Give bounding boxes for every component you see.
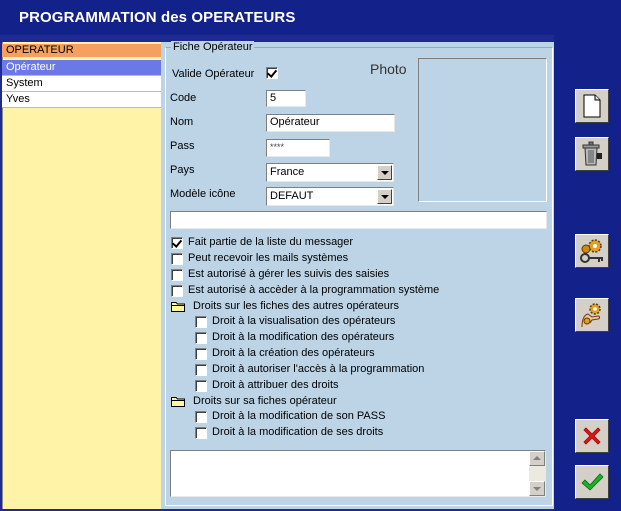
scroll-up-icon[interactable] [529,451,545,466]
code-label: Code [170,92,197,104]
memo-textarea[interactable] [170,450,546,497]
right-create-operators-label: Droit à la création des opérateurs [212,347,375,359]
operator-list-item-system[interactable]: System [2,76,161,92]
icon-model-value: DEFAUT [270,190,314,202]
pass-field[interactable]: **** [266,139,330,157]
right-edit-own-pass-checkbox[interactable] [195,411,207,423]
right-edit-operators-label: Droit à la modification des opérateurs [212,331,395,343]
rights-button[interactable] [575,298,609,332]
right-edit-operators-checkbox[interactable] [195,332,207,344]
right-edit-own-pass-label: Droit à la modification de son PASS [212,410,386,422]
green-check-icon [581,473,604,491]
icon-model-select[interactable]: DEFAUT [266,187,394,206]
cancel-button[interactable] [575,419,609,453]
programmation-checkbox[interactable] [171,285,183,297]
right-grant-programmation-label: Droit à autoriser l'accès à la programma… [212,363,425,375]
pays-select[interactable]: France [266,163,394,182]
icon-model-dropdown-arrow-icon[interactable] [377,189,392,204]
delete-operator-button[interactable] [575,137,609,171]
folder-icon[interactable] [171,396,185,407]
new-operator-button[interactable] [575,89,609,123]
mails-checkbox[interactable] [171,253,183,265]
window-title: PROGRAMMATION des OPERATEURS [19,9,296,26]
nom-field[interactable]: Opérateur [266,114,395,132]
suivis-label: Est autorisé à gérer les suivis des sais… [188,268,390,280]
memo-scrollbar[interactable] [529,451,545,496]
mails-label: Peut recevoir les mails systèmes [188,252,349,264]
messager-checkbox[interactable] [171,237,183,249]
valid-operator-label: Valide Opérateur [172,68,255,80]
programmation-label: Est autorisé à accèder à la programmatio… [188,284,440,296]
rights-others-group-label: Droits sur les fiches des autres opérate… [193,300,400,312]
validate-button[interactable] [575,465,609,499]
rights-own-group-label: Droits sur sa fiches opérateur [193,395,337,407]
right-edit-own-rights-label: Droit à la modification de ses droits [212,426,384,438]
valid-operator-checkbox[interactable] [266,67,278,79]
right-view-operators-checkbox[interactable] [195,316,207,328]
right-grant-programmation-checkbox[interactable] [195,364,207,376]
operator-form-title: Fiche Opérateur [171,41,255,53]
nom-label: Nom [170,116,194,128]
pays-label: Pays [170,164,195,176]
operator-list-header: OPERATEUR [2,44,161,57]
trash-icon [582,141,602,166]
new-document-icon [583,94,601,118]
pass-label: Pass [170,140,195,152]
code-field[interactable]: 5 [266,90,306,107]
gear-key-icon [580,239,603,263]
operator-list-item-operateur[interactable]: Opérateur [2,60,161,76]
right-assign-rights-checkbox[interactable] [195,380,207,392]
scroll-down-icon[interactable] [529,481,545,496]
right-view-operators-label: Droit à la visualisation des opérateurs [212,315,396,327]
messager-label: Fait partie de la liste du messager [188,236,354,248]
right-edit-own-rights-checkbox[interactable] [195,427,207,439]
operator-list-panel [2,42,161,509]
description-field[interactable] [170,211,547,229]
photo-label: Photo [370,61,407,77]
pays-value: France [270,166,305,178]
configuration-button[interactable] [575,234,609,268]
red-x-icon [583,427,601,445]
right-create-operators-checkbox[interactable] [195,348,207,360]
folder-icon[interactable] [171,301,185,312]
operator-list-item-yves[interactable]: Yves [2,92,161,108]
icon-model-label: Modèle icône [170,188,236,200]
suivis-checkbox[interactable] [171,269,183,281]
hand-gear-icon [581,303,601,328]
photo-box[interactable] [418,58,547,202]
pays-dropdown-arrow-icon[interactable] [377,165,392,180]
right-assign-rights-label: Droit à attribuer des droits [212,379,339,391]
